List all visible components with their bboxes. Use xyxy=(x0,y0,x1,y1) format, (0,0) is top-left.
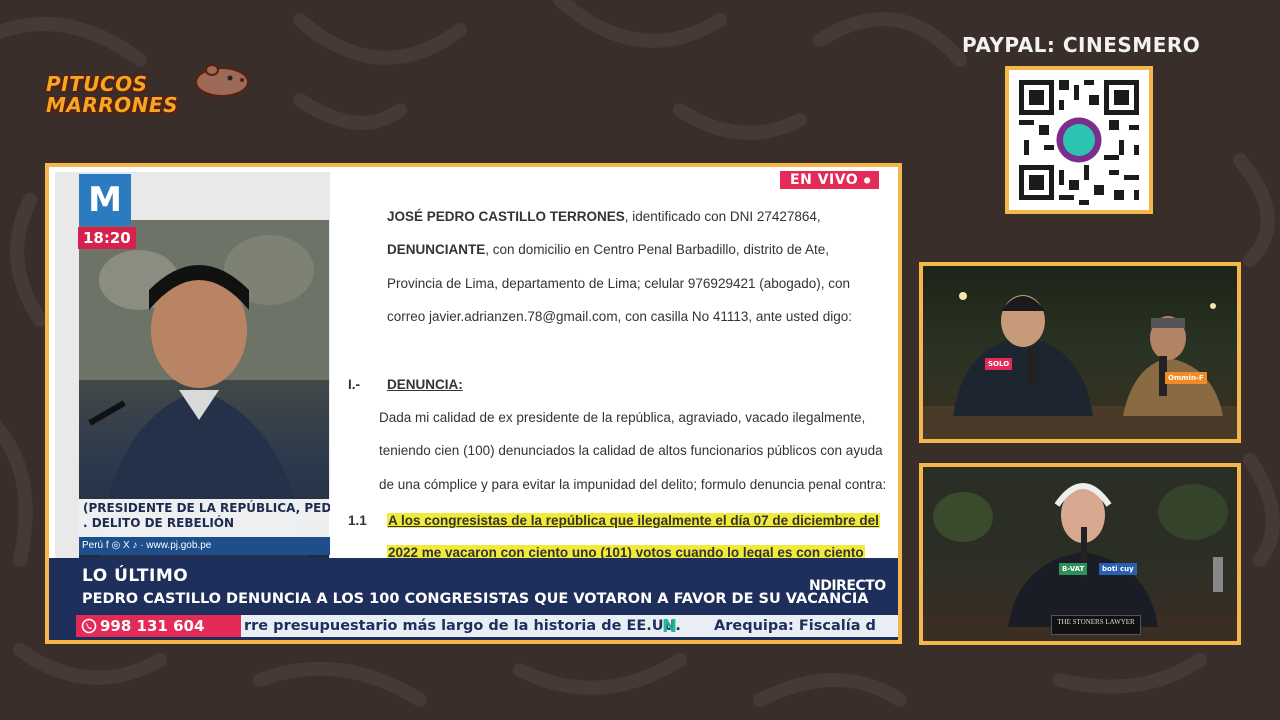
logo-line2: MARRONES xyxy=(46,93,178,117)
live-badge: EN VIVO ● xyxy=(780,171,880,189)
news-ticker: 998 131 604 rre presupuestario más largo… xyxy=(76,615,898,637)
phone-number: 998 131 604 xyxy=(100,617,205,635)
doc-line-1: JOSÉ PEDRO CASTILLO TERRONES, identifica… xyxy=(387,209,821,224)
news-video-pane: M 18:20 (PRESIDENTE DE LA REPÚBLICA, PED… xyxy=(55,172,330,560)
lawyer-nameplate: THE STONERS LAWYER xyxy=(1051,615,1141,635)
breaking-label: LO ÚLTIMO xyxy=(82,566,189,586)
logo-line1: PITUCOS xyxy=(46,72,148,96)
whatsapp-phone: 998 131 604 xyxy=(76,615,241,637)
ticker-separator-icon: N xyxy=(662,616,678,637)
doc-paragraph-1: Dada mi calidad de ex presidente de la r… xyxy=(379,410,866,425)
host-camera-1: SOLO Ommin-F xyxy=(919,262,1241,443)
paypal-label: PAYPAL: CINESMERO xyxy=(962,33,1201,57)
tv-channel-logo: M xyxy=(79,174,131,226)
doc-item-line-1: A los congresistas de la república que i… xyxy=(387,513,880,528)
social-bar: Perú f ◎ X ♪ · www.pj.gob.pe xyxy=(79,537,330,555)
channel-logo-pitucos-marrones: PITUCOS MARRONES xyxy=(44,60,254,130)
ticker-item-1: rre presupuestario más largo de la histo… xyxy=(244,618,681,634)
doc-section-num: I.- xyxy=(348,377,360,392)
qr-code-icon xyxy=(1009,70,1149,210)
host-camera-2: B-VAT boti cuy THE STONERS LAWYER xyxy=(919,463,1241,645)
mic-brand-boticuy: boti cuy xyxy=(1099,563,1137,575)
video-caption-line2: . DELITO DE REBELIÓN xyxy=(83,516,235,530)
doc-line-3: Provincia de Lima, departamento de Lima;… xyxy=(387,276,851,291)
doc-line-2-rest: , con domicilio en Centro Penal Barbadil… xyxy=(485,242,829,257)
broadcast-clock: 18:20 xyxy=(78,227,136,249)
doc-section-title: DENUNCIA: xyxy=(387,377,463,392)
doc-line-1-rest: , identificado con DNI 27427864, xyxy=(624,209,821,224)
lower-third: LO ÚLTIMO PEDRO CASTILLO DENUNCIA A LOS … xyxy=(49,558,898,640)
doc-highlight-1: A los congresistas de la república que i… xyxy=(387,513,880,528)
doc-paragraph-3: de una cómplice y para evitar la impunid… xyxy=(379,477,887,492)
headline: PEDRO CASTILLO DENUNCIA A LOS 100 CONGRE… xyxy=(82,591,869,607)
mic-flag-right: Ommin-F xyxy=(1165,372,1207,384)
doc-paragraph-2: teniendo cien (100) denunciados la calid… xyxy=(379,443,883,458)
yape-qr-code xyxy=(1005,66,1153,214)
doc-line-4: correo javier.adrianzen.78@gmail.com, co… xyxy=(387,309,852,324)
video-caption-line1: (PRESIDENTE DE LA REPÚBLICA, PEDRO CASTI… xyxy=(83,501,330,515)
legal-document: JOSÉ PEDRO CASTILLO TERRONES, identifica… xyxy=(331,172,896,560)
capybara-mascot-icon xyxy=(195,64,249,97)
mic-brand-bvat: B-VAT xyxy=(1059,563,1088,575)
main-broadcast-frame: M 18:20 (PRESIDENTE DE LA REPÚBLICA, PED… xyxy=(45,163,902,644)
mic-flag-left: SOLO xyxy=(985,358,1013,370)
doc-item-num: 1.1 xyxy=(348,513,367,528)
doc-denunciante: DENUNCIANTE xyxy=(387,242,486,257)
doc-name: JOSÉ PEDRO CASTILLO TERRONES xyxy=(387,209,625,224)
video-caption: (PRESIDENTE DE LA REPÚBLICA, PEDRO CASTI… xyxy=(79,499,330,537)
ticker-item-2: Arequipa: Fiscalía d xyxy=(714,618,876,634)
program-tag: NDIRECTO xyxy=(809,578,886,594)
doc-line-2: DENUNCIANTE, con domicilio en Centro Pen… xyxy=(387,242,829,257)
live-dot-icon: ● xyxy=(863,175,872,185)
whatsapp-icon xyxy=(81,618,97,634)
hosts-scene xyxy=(923,292,1237,439)
live-badge-text: EN VIVO xyxy=(790,172,859,188)
